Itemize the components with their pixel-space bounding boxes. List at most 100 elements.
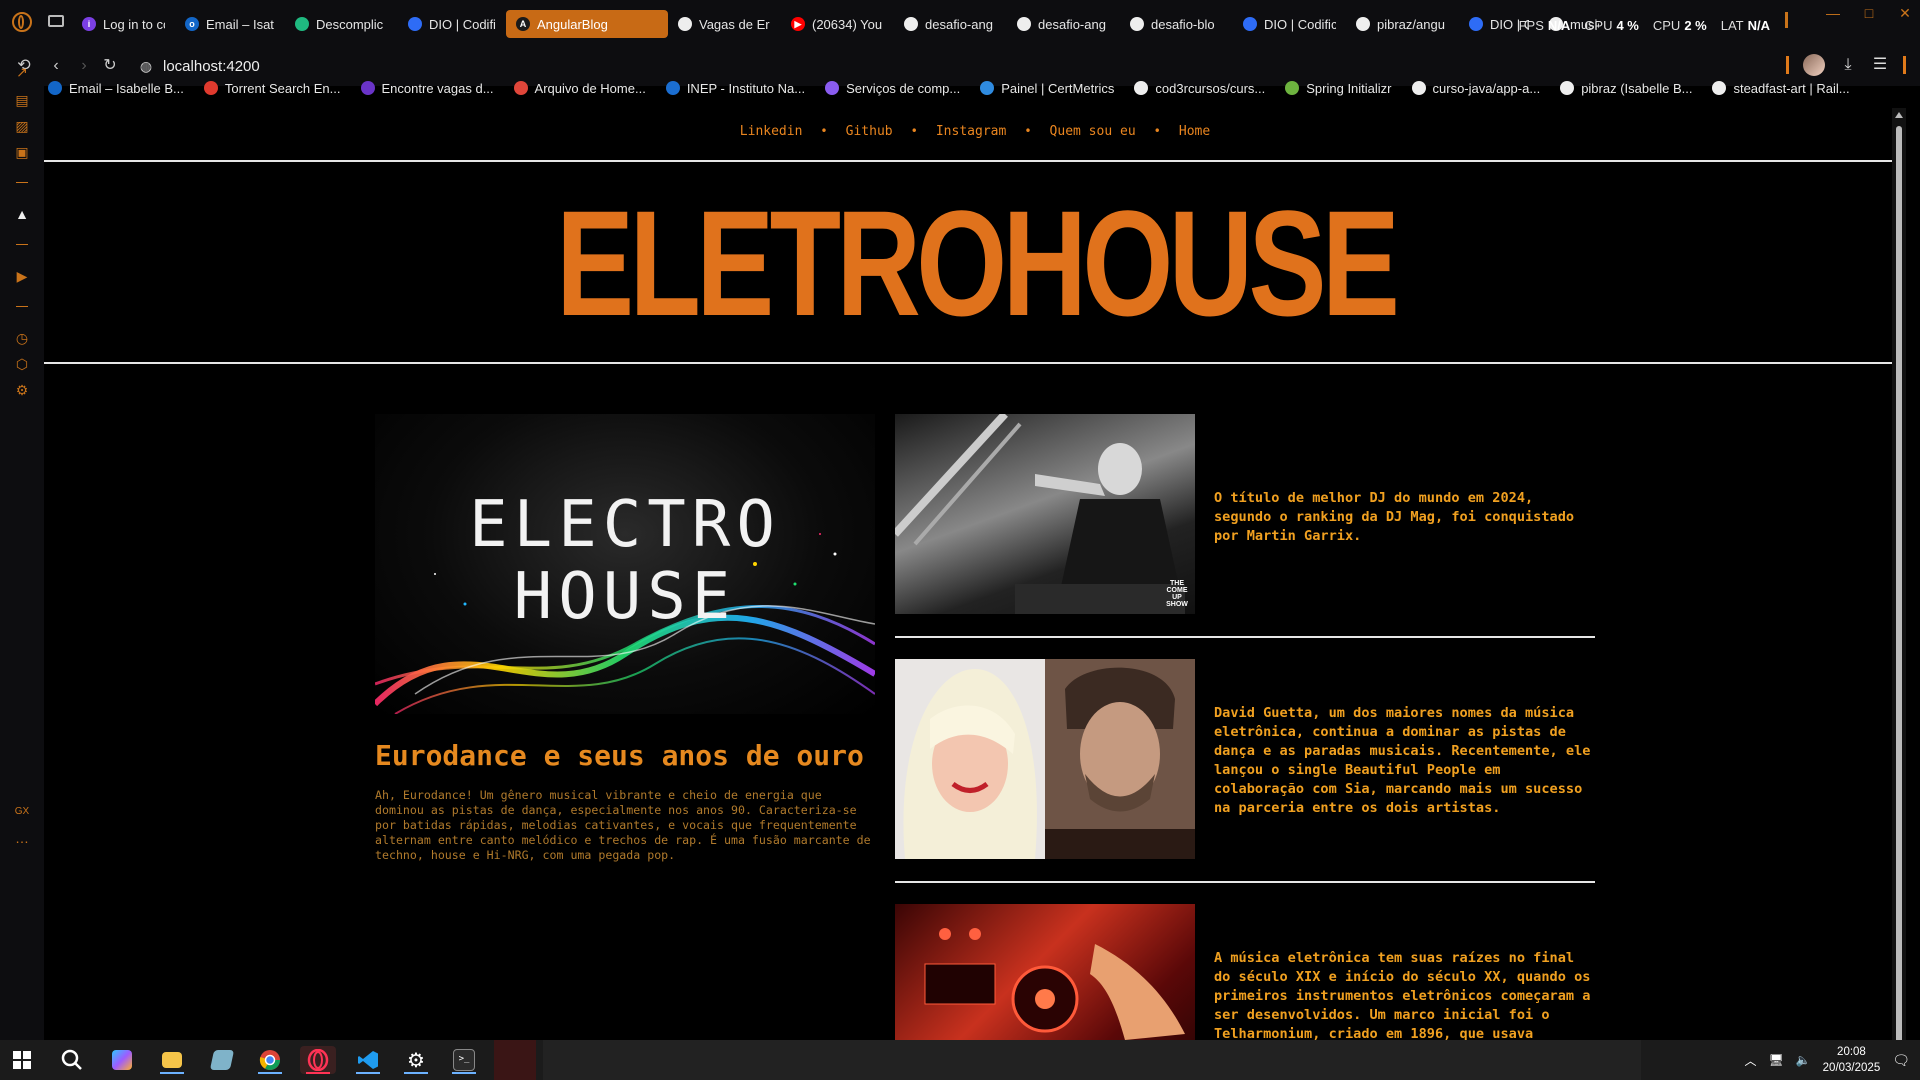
nav-link-quem-sou-eu[interactable]: Quem sou eu [1050,124,1136,139]
bookmark-item[interactable]: Email – Isabelle B... [48,81,184,96]
opera-gx-taskbar-icon[interactable] [300,1046,336,1074]
maximize-icon[interactable]: □ [1862,6,1876,20]
news-text-1: O título de melhor DJ do mundo em 2024, … [1214,490,1575,544]
opera-gx-logo-icon[interactable] [12,12,32,32]
close-icon[interactable]: ✕ [1898,6,1912,20]
notification-icon[interactable]: 🗨 [1892,1052,1910,1069]
tab-favicon-icon: A [516,17,530,31]
bookmark-favicon-icon [1560,81,1575,95]
tab-favicon-icon [904,17,918,31]
bookmark-item[interactable]: Spring Initializr [1285,80,1392,96]
hw-stat: FPS N/A [1519,18,1571,33]
bookmark-item[interactable]: INEP - Instituto Na... [665,81,805,96]
terminal-icon[interactable]: >_ [446,1046,482,1074]
player-icon[interactable]: ▶ [14,268,30,284]
bookmark-item[interactable]: Arquivo de Home... [513,80,646,96]
settings-icon[interactable]: ⚙ [398,1046,434,1074]
search-icon[interactable] [54,1046,90,1074]
browser-tab[interactable]: desafio-blo [1120,10,1233,38]
refresh-icon[interactable]: ↻ [100,56,120,76]
angular-icon[interactable]: ▲ [14,206,30,222]
bookmarks-bar: Email – Isabelle B... Torrent Search En..… [48,76,1850,100]
volume-icon[interactable]: 🔈 [1796,1053,1811,1067]
browser-tab[interactable]: desafio-ang [894,10,1007,38]
browser-tab[interactable]: i Log in to co [72,10,175,38]
tray-chevron-icon[interactable]: ︿ [1744,1052,1756,1069]
tab-label: Descomplic [316,16,384,32]
hero-image-caption: ELECTRO HOUSE [375,489,875,633]
file-explorer-icon[interactable] [154,1046,190,1074]
settings-gear-icon[interactable]: ⚙ [14,382,30,398]
hw-stat: LAT N/A [1721,18,1770,33]
david-guetta-portrait [1045,659,1195,859]
bookmark-item[interactable]: Serviços de comp... [825,81,960,96]
download-icon[interactable]: ⤓ [1839,56,1857,74]
nav-link-github[interactable]: Github [846,124,893,139]
tab-favicon-icon [408,17,422,31]
menu-icon[interactable]: ☰ [1871,56,1889,74]
bookmark-item[interactable]: pibraz (Isabelle B... [1560,81,1692,96]
bookmark-item[interactable]: cod3rcursos/curs... [1134,81,1265,96]
browser-tab[interactable]: A AngularBlog [506,10,668,38]
bookmark-item[interactable]: Torrent Search En... [203,81,341,96]
bookmark-item[interactable]: curso-java/app-a... [1411,80,1541,96]
workspaces-icon[interactable] [48,15,64,27]
history-icon[interactable]: ◷ [14,330,30,346]
browser-tab[interactable]: DIO | Codific [398,10,506,38]
minimize-icon[interactable]: — [1826,6,1840,20]
taskbar-spacer [494,1040,536,1080]
network-icon[interactable]: 🖥 [1768,1053,1783,1067]
tab-label: desafio-blo [1151,16,1215,32]
profile-avatar[interactable] [1803,54,1825,76]
extensions-box-icon[interactable]: ⬡ [14,356,30,372]
gx-control-icon[interactable]: ▤ [14,92,30,108]
electro-house-image: ELECTRO HOUSE [375,414,875,714]
browser-tab[interactable]: o Email – Isat [175,10,285,38]
hw-stat: CPU 2 % [1653,18,1707,33]
browser-tab[interactable]: DIO | Codific [1233,10,1346,38]
hero-article-title[interactable]: Eurodance e seus anos de ouro [375,739,864,772]
forward-icon[interactable]: › [74,56,94,76]
hardware-stats: FPS N/A GPU 4 % CPU 2 % LAT N/A [1519,18,1770,33]
bookmark-favicon-icon [825,81,840,95]
nav-link-instagram[interactable]: Instagram [936,124,1006,139]
nav-link-linkedin[interactable]: Linkedin [740,124,803,139]
browser-tab[interactable]: pibraz/angu [1346,10,1459,38]
url-field[interactable]: localhost:4200 [163,58,260,75]
browser-tab[interactable]: Descomplic [285,10,398,38]
bookmark-label: Encontre vagas d... [381,80,494,96]
tab-label: AngularBlog [537,16,608,32]
scroll-thumb[interactable] [1896,126,1902,1040]
copilot-icon[interactable] [104,1046,140,1074]
sidebar-divider [16,182,28,183]
windows-taskbar: ⚙ >_ ︿ 🖥 🔈 20:08 20/03/2025 🗨 [0,1040,1920,1080]
chrome-icon[interactable] [252,1046,288,1074]
site-info-icon[interactable]: ◍ [136,56,156,76]
bookmark-label: Spring Initializr [1306,80,1392,96]
more-icon[interactable]: … [14,830,30,846]
system-clock[interactable]: 20:08 20/03/2025 [1823,1044,1881,1076]
browser-tab[interactable]: Vagas de Er [668,10,781,38]
bookmark-label: Arquivo de Home... [534,80,646,96]
bookmark-item[interactable]: Encontre vagas d... [360,80,494,96]
bookmark-item[interactable]: steadfast-art | Rail... [1712,81,1850,96]
browser-tab[interactable]: ▶ (20634) You [781,10,894,38]
vscode-icon[interactable] [350,1046,386,1074]
header-rule-bottom [44,362,1906,364]
nav-link-home[interactable]: Home [1179,124,1210,139]
notes-app-icon[interactable] [204,1046,240,1074]
hw-stat-label: GPU [1584,18,1613,33]
windows-start-icon[interactable] [4,1046,40,1074]
bookmark-favicon-icon [980,81,995,95]
scroll-up-icon[interactable] [1895,112,1903,118]
speed-dial-icon[interactable]: ↗ [14,64,30,80]
tab-favicon-icon [1017,17,1031,31]
back-icon[interactable]: ‹ [46,56,66,76]
bookmark-label: curso-java/app-a... [1432,80,1541,96]
page-scrollbar[interactable] [1892,108,1906,1040]
tab-favicon-icon [1469,17,1483,31]
browser-tab[interactable]: desafio-ang [1007,10,1120,38]
bookmark-item[interactable]: Painel | CertMetrics [980,81,1114,96]
gx-corner-icon[interactable]: ▣ [14,144,30,160]
gx-cleaner-icon[interactable]: ▨ [14,118,30,134]
